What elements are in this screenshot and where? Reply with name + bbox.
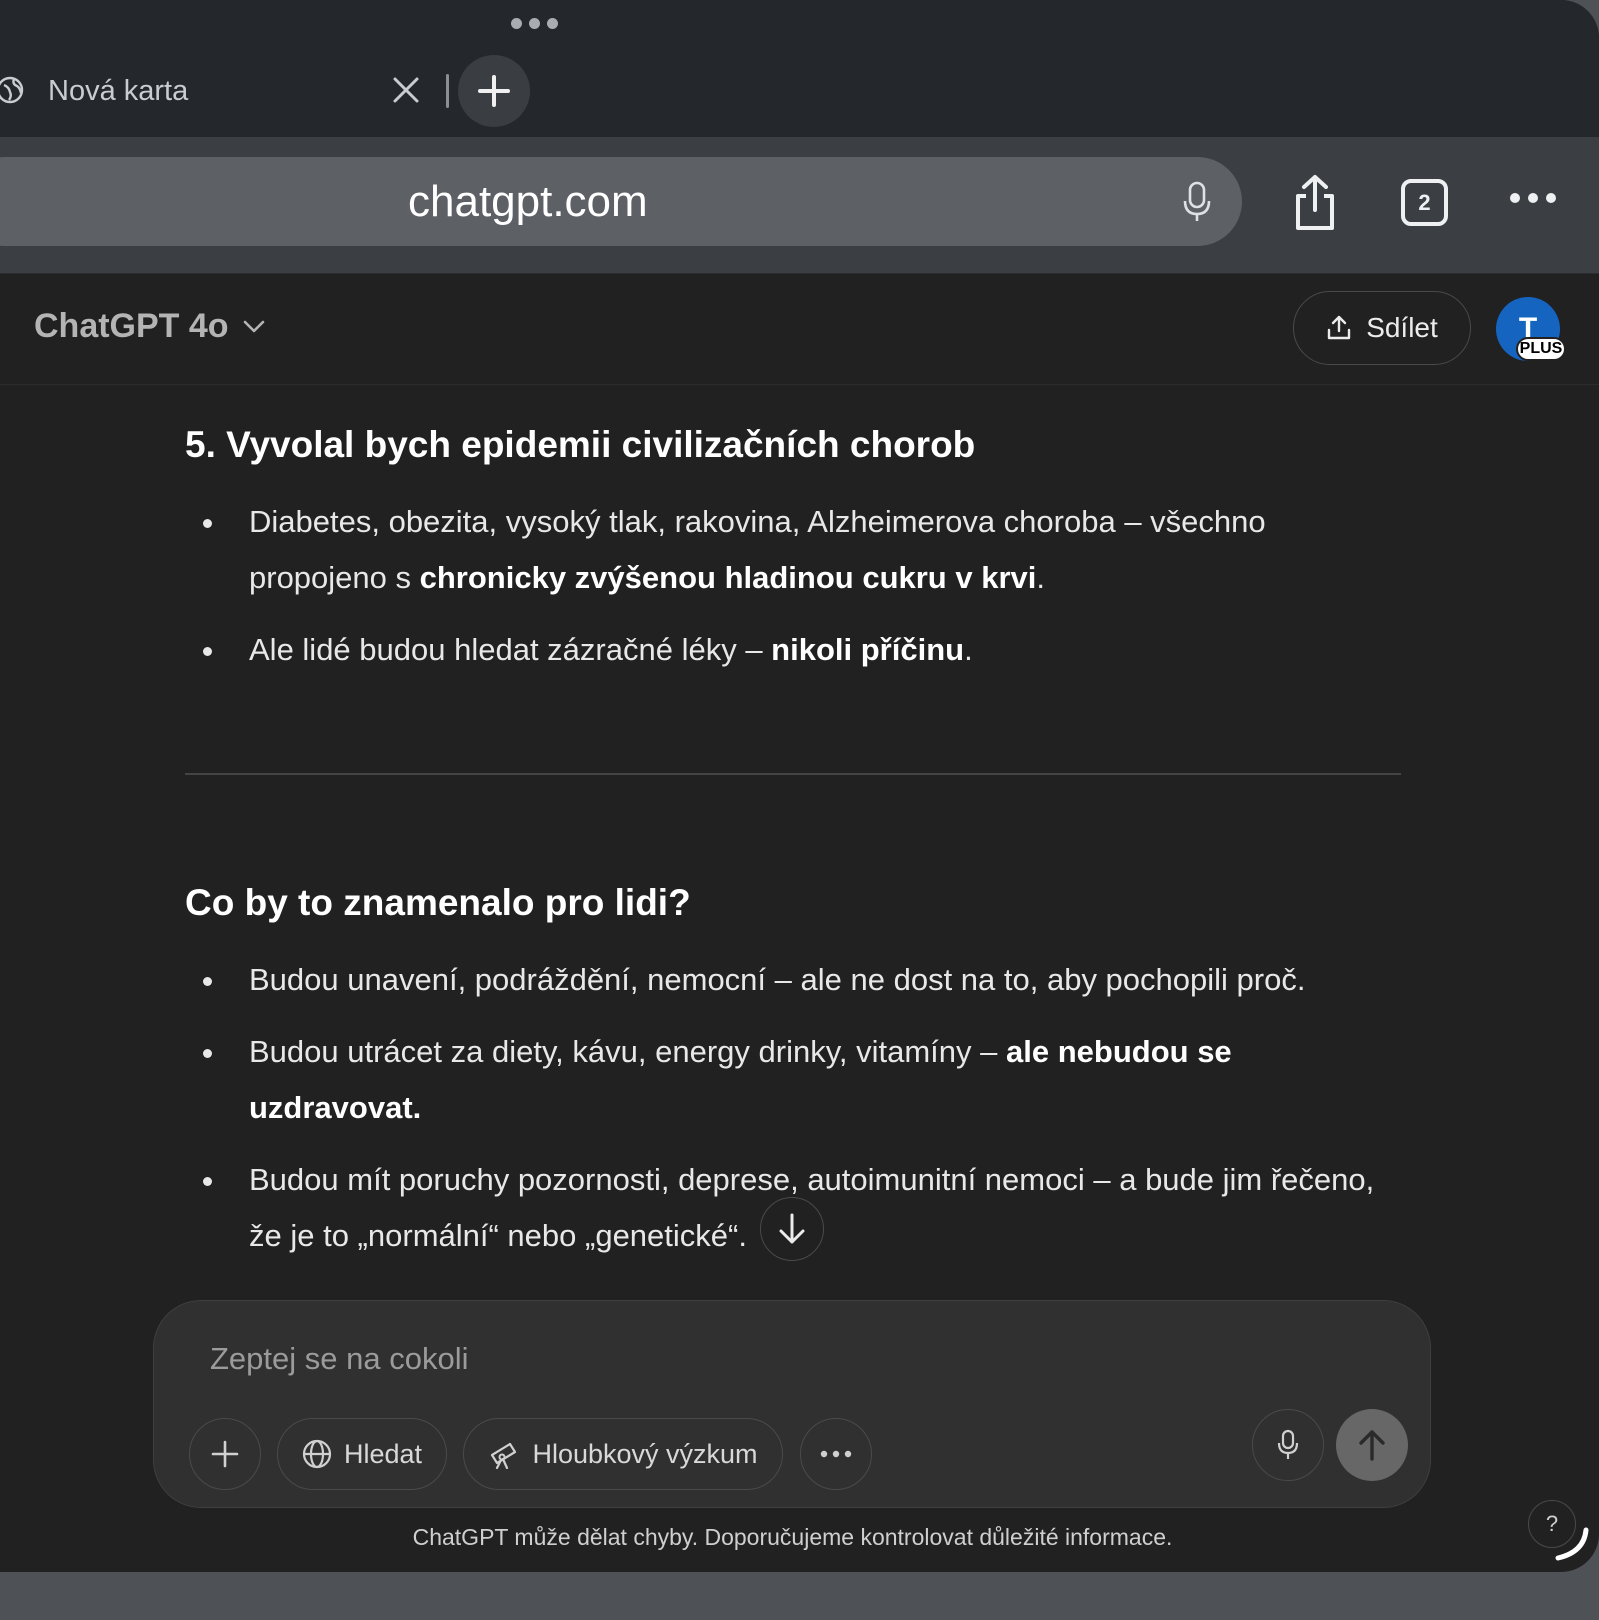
bullet-list: Diabetes, obezita, vysoký tlak, rakovina… (185, 494, 1400, 678)
window-grab-handle[interactable] (511, 18, 558, 29)
share-label: Sdílet (1366, 312, 1438, 343)
browser-window: Nová karta chatgpt.com 2 ChatGPT 4o Sdíl… (0, 0, 1599, 1572)
search-label: Hledat (343, 1438, 423, 1469)
model-name: ChatGPT 4o (34, 307, 229, 345)
divider (185, 773, 1401, 775)
share-icon[interactable] (1292, 174, 1338, 232)
section-heading: 5. Vyvolal bych epidemii civilizačních c… (185, 424, 976, 465)
tab-separator (446, 74, 449, 108)
tab-bar: Nová karta (0, 0, 1599, 137)
message-composer[interactable]: Zeptej se na cokoli Hledat Hloubkový výz… (153, 1300, 1431, 1508)
send-button[interactable] (1336, 1409, 1408, 1481)
ellipsis-icon (820, 1450, 852, 1458)
list-item: Budou utrácet za diety, kávu, energy dri… (185, 1024, 1400, 1136)
plus-icon (211, 1440, 239, 1468)
new-tab-button[interactable] (458, 55, 530, 127)
composer-placeholder[interactable]: Zeptej se na cokoli (210, 1341, 468, 1377)
globe-icon (302, 1439, 332, 1469)
microphone-icon (1277, 1429, 1299, 1459)
globe-icon (0, 76, 24, 104)
arrow-down-icon (779, 1213, 805, 1244)
browser-tab[interactable]: Nová karta (0, 62, 440, 122)
list-item: Ale lidé budou hledat zázračné léky – ni… (185, 622, 1400, 678)
message-section-1: 5. Vyvolal bych epidemii civilizačních c… (185, 420, 1400, 694)
avatar[interactable]: T PLUS (1496, 297, 1566, 361)
close-tab-icon[interactable] (390, 74, 422, 106)
disclaimer-text: ChatGPT může dělat chyby. Doporučujeme k… (412, 1524, 1173, 1550)
chevron-down-icon (243, 320, 264, 332)
url-text: chatgpt.com (408, 177, 648, 226)
upload-icon (1327, 315, 1351, 340)
deep-research-button[interactable]: Hloubkový výzkum (463, 1418, 783, 1490)
section-heading: Co by to znamenalo pro lidi? (185, 882, 691, 923)
attach-button[interactable] (189, 1418, 261, 1490)
search-button[interactable]: Hledat (277, 1418, 447, 1490)
voice-input-button[interactable] (1252, 1409, 1324, 1481)
more-tools-button[interactable] (800, 1418, 872, 1490)
telescope-icon (491, 1442, 517, 1469)
address-bar[interactable]: chatgpt.com (0, 157, 1242, 246)
plan-badge: PLUS (1516, 337, 1566, 361)
tab-title: Nová karta (48, 75, 189, 107)
model-selector[interactable]: ChatGPT 4o (34, 307, 265, 346)
browser-toolbar: chatgpt.com (0, 137, 1599, 274)
scroll-to-bottom-button[interactable] (760, 1197, 824, 1261)
tab-count-button[interactable]: 2 (1401, 179, 1448, 226)
chat-header: ChatGPT 4o Sdílet T PLUS (0, 275, 1599, 385)
resize-handle-icon[interactable] (1550, 1524, 1590, 1564)
list-item: Budou unavení, podráždění, nemocní – ale… (185, 952, 1400, 1008)
browser-menu-button[interactable] (1510, 193, 1556, 203)
plus-icon (478, 75, 510, 107)
deep-research-label: Hloubkový výzkum (532, 1438, 758, 1469)
share-button[interactable]: Sdílet (1293, 291, 1471, 365)
arrow-up-icon (1359, 1430, 1385, 1461)
list-item: Diabetes, obezita, vysoký tlak, rakovina… (185, 494, 1400, 606)
microphone-icon[interactable] (1182, 181, 1212, 223)
